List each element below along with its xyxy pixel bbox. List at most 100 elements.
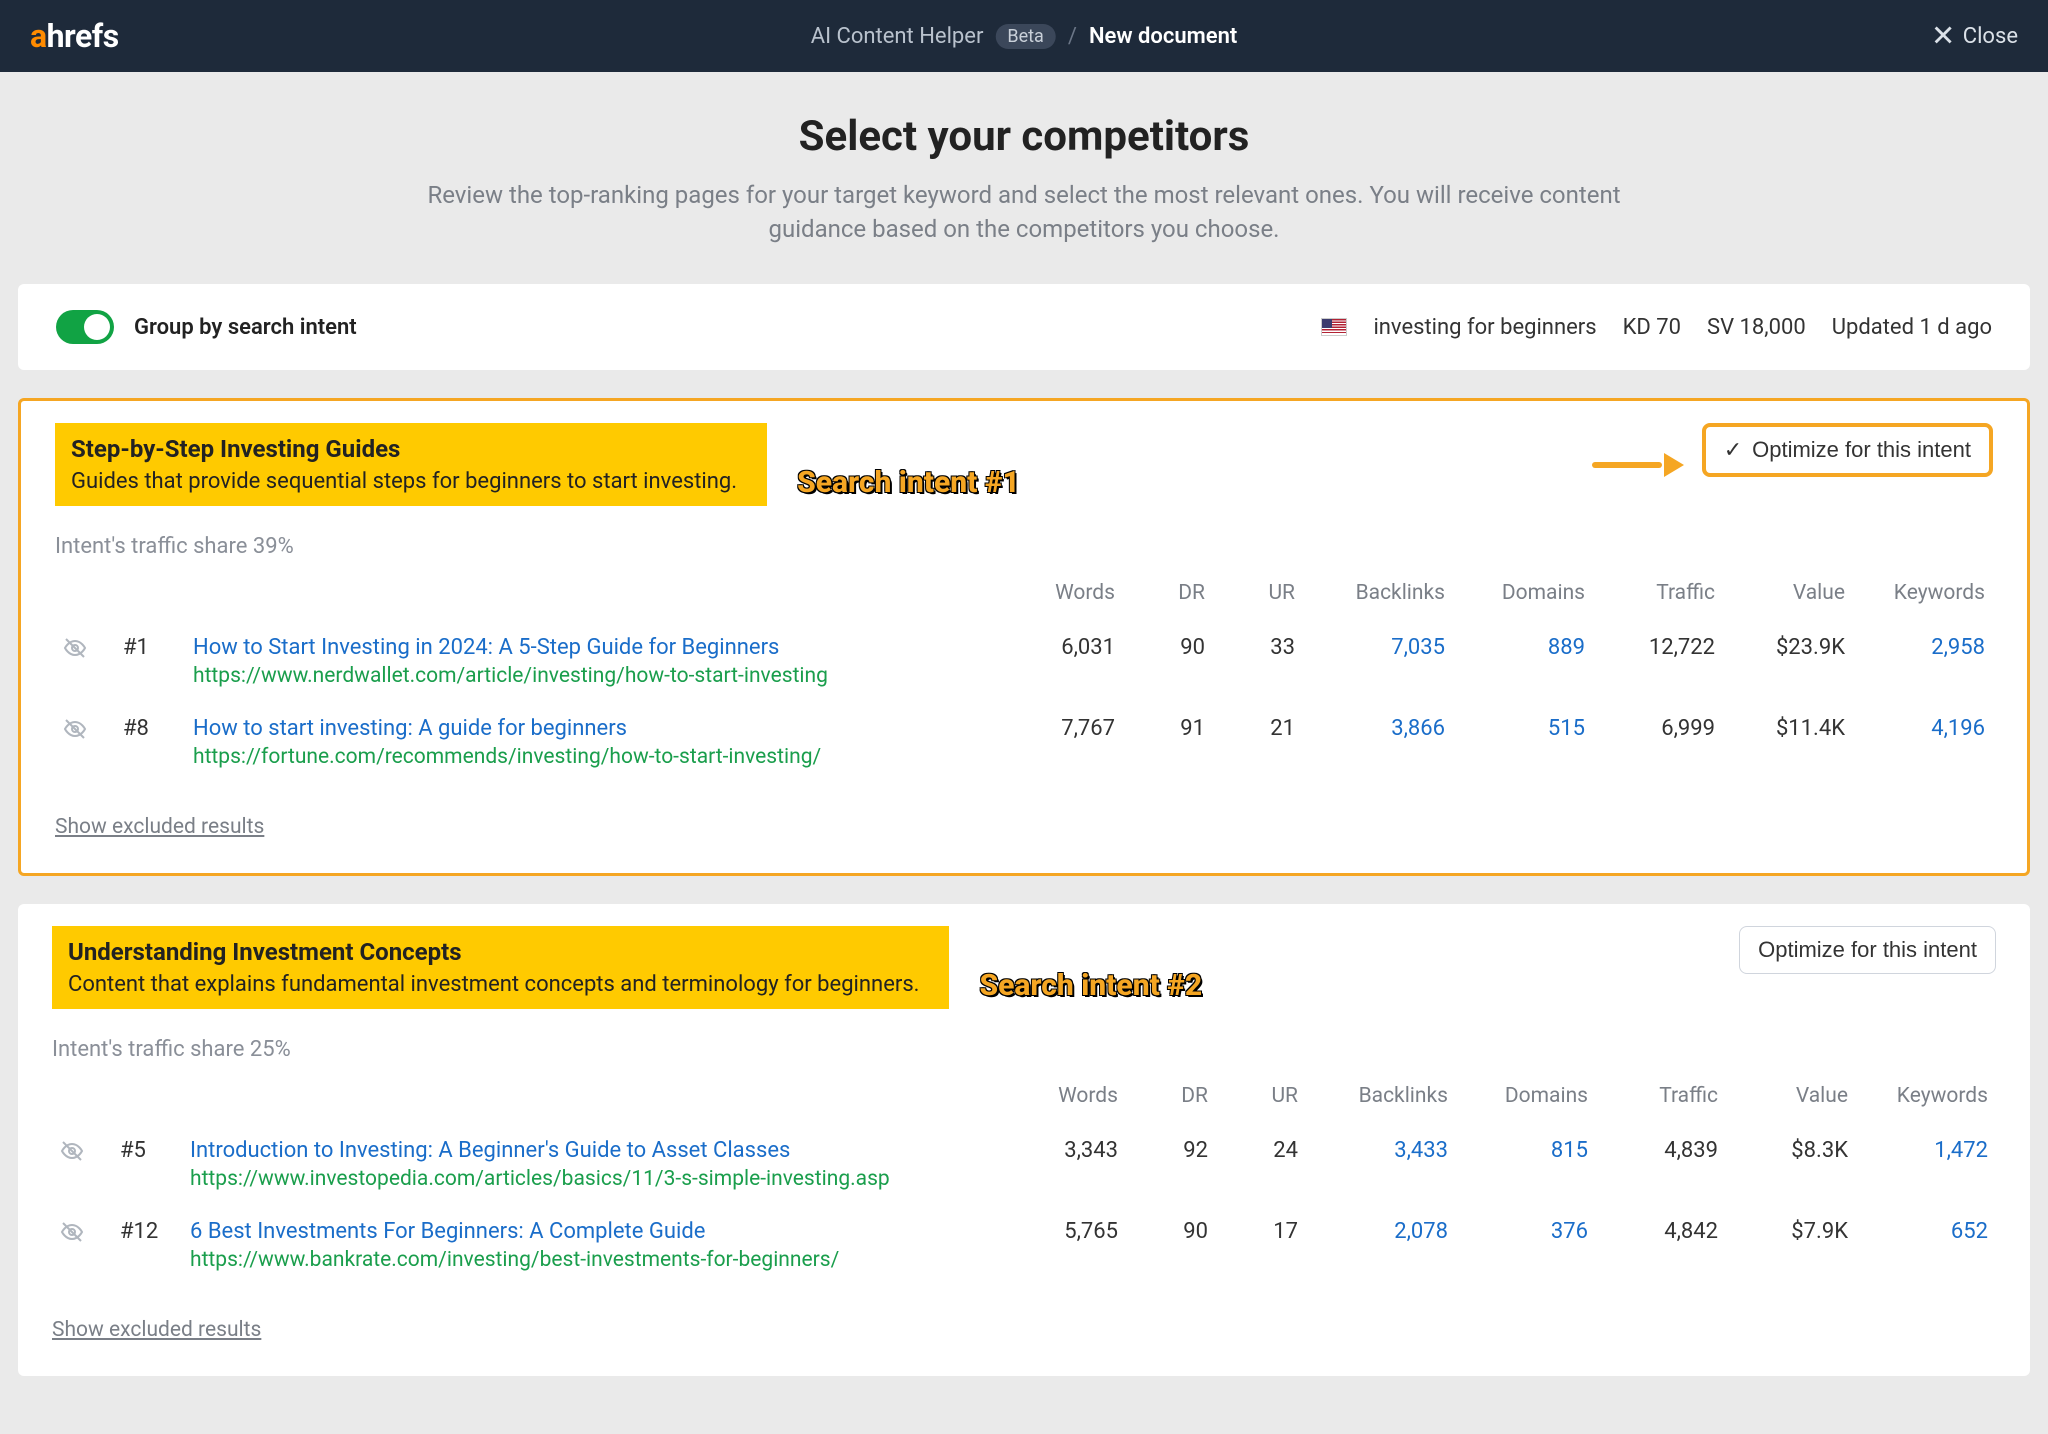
intent-card-1: Step-by-Step Investing Guides Guides tha… <box>18 398 2030 876</box>
cell-traffic: 4,839 <box>1596 1124 1726 1205</box>
cell-backlinks[interactable]: 3,866 <box>1303 702 1453 783</box>
annotation-intent-1: Search intent #1 <box>797 465 1020 500</box>
cell-domains[interactable]: 376 <box>1456 1205 1596 1286</box>
hero: Select your competitors Review the top-r… <box>18 112 2030 246</box>
cell-dr: 91 <box>1123 702 1213 783</box>
hide-result-icon[interactable] <box>55 621 115 702</box>
intent-desc: Guides that provide sequential steps for… <box>71 469 737 494</box>
intent-title: Understanding Investment Concepts <box>68 938 919 966</box>
result-url[interactable]: https://www.bankrate.com/investing/best-… <box>190 1248 1008 1272</box>
cell-words: 6,031 <box>1013 621 1123 702</box>
show-excluded-link[interactable]: Show excluded results <box>55 815 264 839</box>
col-dr[interactable]: DR <box>1123 571 1213 621</box>
cell-words: 7,767 <box>1013 702 1123 783</box>
col-keywords[interactable]: Keywords <box>1853 571 1993 621</box>
table-row: #5 Introduction to Investing: A Beginner… <box>52 1124 1996 1205</box>
col-value[interactable]: Value <box>1726 1074 1856 1124</box>
intent-card-2: Understanding Investment Concepts Conten… <box>18 904 2030 1376</box>
col-domains[interactable]: Domains <box>1456 1074 1596 1124</box>
rank: #5 <box>112 1124 182 1205</box>
cell-ur: 24 <box>1216 1124 1306 1205</box>
result-title[interactable]: Introduction to Investing: A Beginner's … <box>190 1138 1008 1163</box>
cell-domains[interactable]: 815 <box>1456 1124 1596 1205</box>
optimize-button[interactable]: ✓ Optimize for this intent <box>1702 423 1993 477</box>
page-title: Select your competitors <box>18 112 2030 161</box>
optimize-label: Optimize for this intent <box>1752 437 1971 463</box>
kd-metric: KD 70 <box>1623 315 1681 340</box>
cell-backlinks[interactable]: 7,035 <box>1303 621 1453 702</box>
sv-metric: SV 18,000 <box>1707 315 1806 340</box>
cell-backlinks[interactable]: 3,433 <box>1306 1124 1456 1205</box>
optimize-button[interactable]: Optimize for this intent <box>1739 926 1996 974</box>
hide-result-icon[interactable] <box>52 1124 112 1205</box>
cell-keywords[interactable]: 2,958 <box>1853 621 1993 702</box>
col-traffic[interactable]: Traffic <box>1596 1074 1726 1124</box>
col-words[interactable]: Words <box>1013 571 1123 621</box>
close-button[interactable]: ✕ Close <box>1933 22 2018 50</box>
cell-keywords[interactable]: 1,472 <box>1856 1124 1996 1205</box>
topbar: ahrefs AI Content Helper Beta / New docu… <box>0 0 2048 72</box>
col-dr[interactable]: DR <box>1126 1074 1216 1124</box>
col-ur[interactable]: UR <box>1216 1074 1306 1124</box>
result-title[interactable]: How to Start Investing in 2024: A 5-Step… <box>193 635 1005 660</box>
cell-domains[interactable]: 515 <box>1453 702 1593 783</box>
results-table: Words DR UR Backlinks Domains Traffic Va… <box>52 1074 1996 1286</box>
annotation-intent-2: Search intent #2 <box>979 968 1202 1003</box>
cell-domains[interactable]: 889 <box>1453 621 1593 702</box>
logo-a: a <box>30 17 47 55</box>
target-keyword: investing for beginners <box>1373 315 1596 340</box>
col-backlinks[interactable]: Backlinks <box>1306 1074 1456 1124</box>
cell-value: $7.9K <box>1726 1205 1856 1286</box>
optimize-label: Optimize for this intent <box>1758 937 1977 963</box>
traffic-share: Intent's traffic share 25% <box>52 1037 1996 1062</box>
result-url[interactable]: https://www.nerdwallet.com/article/inves… <box>193 664 1005 688</box>
table-row: #8 How to start investing: A guide for b… <box>55 702 1993 783</box>
hide-result-icon[interactable] <box>52 1205 112 1286</box>
results-table: Words DR UR Backlinks Domains Traffic Va… <box>55 571 1993 783</box>
close-icon: ✕ <box>1931 19 1955 53</box>
logo: ahrefs <box>30 17 119 55</box>
show-excluded-link[interactable]: Show excluded results <box>52 1318 261 1342</box>
breadcrumb: AI Content Helper Beta / New document <box>811 24 1238 49</box>
col-domains[interactable]: Domains <box>1453 571 1593 621</box>
cell-value: $23.9K <box>1723 621 1853 702</box>
result-url[interactable]: https://fortune.com/recommends/investing… <box>193 745 1005 769</box>
cell-keywords[interactable]: 652 <box>1856 1205 1996 1286</box>
arrow-annotation-icon <box>1592 458 1682 472</box>
group-by-intent-toggle[interactable] <box>56 310 114 344</box>
cell-backlinks[interactable]: 2,078 <box>1306 1205 1456 1286</box>
col-ur[interactable]: UR <box>1213 571 1303 621</box>
close-label: Close <box>1963 24 2018 49</box>
col-backlinks[interactable]: Backlinks <box>1303 571 1453 621</box>
cell-ur: 33 <box>1213 621 1303 702</box>
logo-rest: hrefs <box>47 17 119 55</box>
rank: #1 <box>115 621 185 702</box>
page-subtitle: Review the top-ranking pages for your ta… <box>424 179 1624 246</box>
cell-keywords[interactable]: 4,196 <box>1853 702 1993 783</box>
breadcrumb-tool[interactable]: AI Content Helper <box>811 24 984 49</box>
result-url[interactable]: https://www.investopedia.com/articles/ba… <box>190 1167 1008 1191</box>
rank: #8 <box>115 702 185 783</box>
cell-traffic: 12,722 <box>1593 621 1723 702</box>
table-row: #1 How to Start Investing in 2024: A 5-S… <box>55 621 1993 702</box>
intent-title-block: Step-by-Step Investing Guides Guides tha… <box>55 423 767 506</box>
check-icon: ✓ <box>1724 437 1742 463</box>
col-keywords[interactable]: Keywords <box>1856 1074 1996 1124</box>
beta-badge: Beta <box>995 24 1055 49</box>
table-row: #12 6 Best Investments For Beginners: A … <box>52 1205 1996 1286</box>
intent-title-block: Understanding Investment Concepts Conten… <box>52 926 949 1009</box>
col-traffic[interactable]: Traffic <box>1593 571 1723 621</box>
col-words[interactable]: Words <box>1016 1074 1126 1124</box>
group-by-intent-label: Group by search intent <box>134 315 357 340</box>
col-value[interactable]: Value <box>1723 571 1853 621</box>
intent-desc: Content that explains fundamental invest… <box>68 972 919 997</box>
result-title[interactable]: 6 Best Investments For Beginners: A Comp… <box>190 1219 1008 1244</box>
cell-ur: 21 <box>1213 702 1303 783</box>
result-title[interactable]: How to start investing: A guide for begi… <box>193 716 1005 741</box>
hide-result-icon[interactable] <box>55 702 115 783</box>
updated-label: Updated 1 d ago <box>1832 315 1992 340</box>
cell-traffic: 6,999 <box>1593 702 1723 783</box>
traffic-share: Intent's traffic share 39% <box>55 534 1993 559</box>
cell-dr: 92 <box>1126 1124 1216 1205</box>
controls-bar: Group by search intent investing for beg… <box>18 284 2030 370</box>
